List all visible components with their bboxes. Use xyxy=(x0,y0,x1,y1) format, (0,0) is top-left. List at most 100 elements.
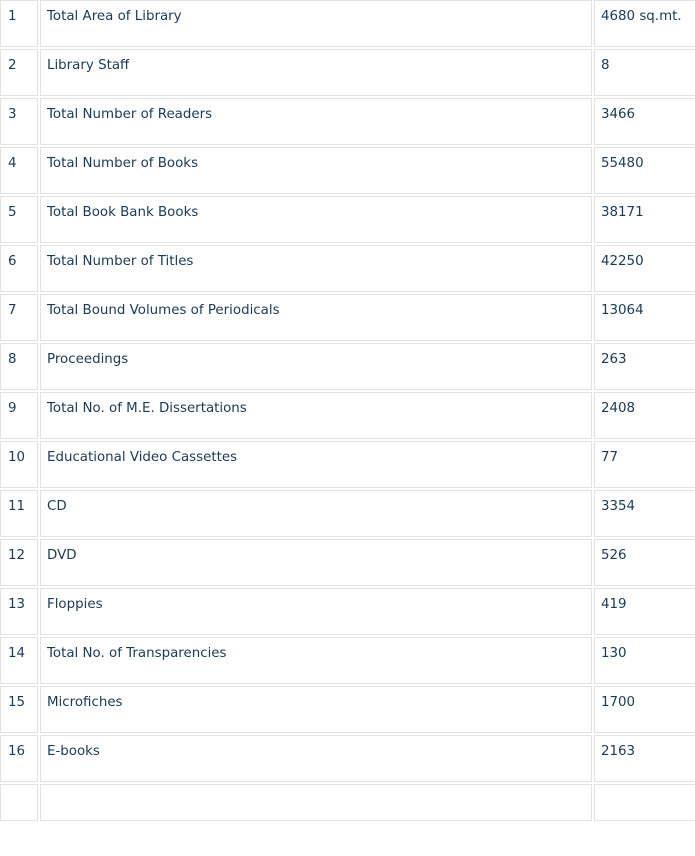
serial-number: 7 xyxy=(8,303,17,318)
serial-number-cell: 16 xyxy=(0,735,38,782)
item-cell: Total Number of Titles xyxy=(40,245,592,292)
item-cell: DVD xyxy=(40,539,592,586)
item-cell: Total Number of Readers xyxy=(40,98,592,145)
serial-number-cell: 5 xyxy=(0,196,38,243)
item-label: Floppies xyxy=(47,597,103,612)
serial-number-cell: 8 xyxy=(0,343,38,390)
serial-number: 16 xyxy=(8,744,26,759)
item-value: 38171 xyxy=(601,205,644,220)
serial-number-cell: 12 xyxy=(0,539,38,586)
item-cell: E-books xyxy=(40,735,592,782)
item-value: 13064 xyxy=(601,303,644,318)
serial-number-cell: 9 xyxy=(0,392,38,439)
item-value: 4680 sq.mt. xyxy=(601,9,682,24)
item-value: 3466 xyxy=(601,107,636,122)
serial-number: 9 xyxy=(8,401,17,416)
serial-number-cell: 4 xyxy=(0,147,38,194)
table-row: 13 Floppies 419 xyxy=(0,588,695,635)
item-label: Total Number of Readers xyxy=(47,107,213,122)
item-label: Total Book Bank Books xyxy=(47,205,199,220)
serial-number-cell: 6 xyxy=(0,245,38,292)
item-value: 419 xyxy=(601,597,627,612)
item-cell: Floppies xyxy=(40,588,592,635)
empty-cell xyxy=(40,784,592,821)
library-statistics-table: 1 Total Area of Library 4680 sq.mt. 2 Li… xyxy=(0,0,695,823)
item-label: CD xyxy=(47,499,67,514)
item-label: Total No. of Transparencies xyxy=(47,646,227,661)
item-value: 3354 xyxy=(601,499,636,514)
value-cell: 3466 xyxy=(594,98,695,145)
serial-number-cell: 13 xyxy=(0,588,38,635)
table-row: 4 Total Number of Books 55480 xyxy=(0,147,695,194)
value-cell: 1700 xyxy=(594,686,695,733)
item-value: 2163 xyxy=(601,744,636,759)
item-value: 42250 xyxy=(601,254,644,269)
serial-number-cell: 14 xyxy=(0,637,38,684)
value-cell: 42250 xyxy=(594,245,695,292)
serial-number: 11 xyxy=(8,499,26,514)
item-label: Total No. of M.E. Dissertations xyxy=(47,401,247,416)
item-value: 130 xyxy=(601,646,627,661)
serial-number: 6 xyxy=(8,254,17,269)
table-row: 5 Total Book Bank Books 38171 xyxy=(0,196,695,243)
item-value: 55480 xyxy=(601,156,644,171)
item-label: Library Staff xyxy=(47,58,130,73)
serial-number-cell: 3 xyxy=(0,98,38,145)
item-value: 2408 xyxy=(601,401,636,416)
empty-cell xyxy=(0,784,38,821)
table-row: 3 Total Number of Readers 3466 xyxy=(0,98,695,145)
item-value: 526 xyxy=(601,548,627,563)
table-row: 15 Microfiches 1700 xyxy=(0,686,695,733)
value-cell: 8 xyxy=(594,49,695,96)
table-body: 1 Total Area of Library 4680 sq.mt. 2 Li… xyxy=(0,0,695,821)
serial-number: 4 xyxy=(8,156,17,171)
item-label: Total Number of Titles xyxy=(47,254,194,269)
value-cell: 13064 xyxy=(594,294,695,341)
item-cell: Total No. of Transparencies xyxy=(40,637,592,684)
item-cell: Library Staff xyxy=(40,49,592,96)
item-cell: Total Bound Volumes of Periodicals xyxy=(40,294,592,341)
item-label: E-books xyxy=(47,744,100,759)
serial-number-cell: 11 xyxy=(0,490,38,537)
item-cell: Total Area of Library xyxy=(40,0,592,47)
table-row: 2 Library Staff 8 xyxy=(0,49,695,96)
serial-number-cell: 1 xyxy=(0,0,38,47)
serial-number: 12 xyxy=(8,548,26,563)
empty-table-row xyxy=(0,784,695,821)
table-row: 11 CD 3354 xyxy=(0,490,695,537)
item-cell: Total Number of Books xyxy=(40,147,592,194)
item-value: 77 xyxy=(601,450,619,465)
value-cell: 263 xyxy=(594,343,695,390)
item-cell: Total Book Bank Books xyxy=(40,196,592,243)
table-row: 8 Proceedings 263 xyxy=(0,343,695,390)
item-label: Proceedings xyxy=(47,352,129,367)
serial-number: 5 xyxy=(8,205,17,220)
item-value: 8 xyxy=(601,58,610,73)
item-cell: Proceedings xyxy=(40,343,592,390)
serial-number-cell: 10 xyxy=(0,441,38,488)
serial-number: 14 xyxy=(8,646,26,661)
serial-number: 2 xyxy=(8,58,17,73)
item-label: Microfiches xyxy=(47,695,123,710)
empty-cell xyxy=(594,784,695,821)
serial-number: 15 xyxy=(8,695,26,710)
value-cell: 526 xyxy=(594,539,695,586)
table-row: 14 Total No. of Transparencies 130 xyxy=(0,637,695,684)
item-cell: CD xyxy=(40,490,592,537)
table-row: 10 Educational Video Cassettes 77 xyxy=(0,441,695,488)
serial-number: 3 xyxy=(8,107,17,122)
item-cell: Total No. of M.E. Dissertations xyxy=(40,392,592,439)
value-cell: 2408 xyxy=(594,392,695,439)
table-row: 16 E-books 2163 xyxy=(0,735,695,782)
serial-number: 10 xyxy=(8,450,26,465)
table-row: 12 DVD 526 xyxy=(0,539,695,586)
serial-number-cell: 2 xyxy=(0,49,38,96)
value-cell: 4680 sq.mt. xyxy=(594,0,695,47)
value-cell: 130 xyxy=(594,637,695,684)
serial-number: 8 xyxy=(8,352,17,367)
value-cell: 55480 xyxy=(594,147,695,194)
item-label: DVD xyxy=(47,548,77,563)
item-label: Total Area of Library xyxy=(47,9,182,24)
value-cell: 2163 xyxy=(594,735,695,782)
serial-number: 13 xyxy=(8,597,26,612)
